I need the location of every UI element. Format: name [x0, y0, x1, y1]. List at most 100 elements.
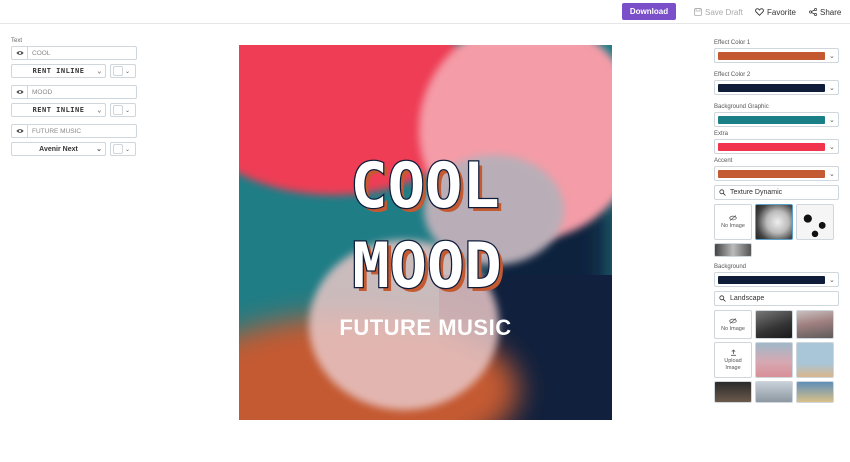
color-bar: [718, 142, 825, 151]
color-bar: [718, 83, 825, 92]
text-layer-field[interactable]: FUTURE MUSIC: [11, 124, 137, 138]
text-layers-panel: Text COOL RENT INLINE ⌄ ⌄ MOOD RENT INLI…: [11, 38, 137, 163]
share-icon: [809, 8, 817, 16]
visibility-toggle[interactable]: [12, 47, 28, 59]
headline-line2[interactable]: MOOD: [351, 228, 503, 304]
effect-color-1-select[interactable]: ⌄: [714, 48, 839, 63]
text-layer-value[interactable]: COOL: [28, 47, 50, 59]
landscape-search-input[interactable]: Landscape: [714, 291, 839, 306]
save-icon: [694, 8, 702, 16]
chevron-down-icon: ⌄: [829, 116, 835, 124]
headline-text-art: COOL COOL MOOD MOOD: [349, 148, 506, 306]
texture-search-input[interactable]: Texture Dynamic: [714, 185, 839, 200]
eye-icon: [16, 90, 23, 94]
upload-image-label: Upload Image: [724, 357, 742, 371]
extra-label: Extra: [714, 131, 729, 137]
landscape-thumbnail[interactable]: [796, 342, 834, 378]
text-layer-field[interactable]: MOOD: [11, 85, 137, 99]
background-image-thumbnails: No Image Upload Image: [714, 310, 839, 403]
save-draft-button[interactable]: Save Draft: [694, 5, 743, 19]
landscape-thumbnail[interactable]: [755, 310, 793, 339]
color-bar: [718, 115, 825, 124]
text-color-select[interactable]: ⌄: [110, 103, 136, 117]
eye-off-icon: [729, 215, 737, 221]
landscape-thumbnail[interactable]: [714, 381, 752, 403]
chevron-down-icon: ⌄: [125, 107, 131, 114]
eye-icon: [16, 129, 23, 133]
texture-thumbnail[interactable]: [714, 243, 752, 257]
style-panel: Effect Color 1 ⌄ Effect Color 2 ⌄ Backgr…: [714, 38, 839, 410]
landscape-thumbnail[interactable]: [755, 342, 793, 378]
chevron-down-icon: ⌄: [829, 143, 835, 151]
text-layer-value[interactable]: MOOD: [28, 86, 52, 98]
background-graphic-select[interactable]: ⌄: [714, 112, 839, 127]
chevron-down-icon: ⌄: [829, 52, 835, 60]
landscape-thumbnail[interactable]: [796, 310, 834, 339]
text-layer-field[interactable]: COOL: [11, 46, 137, 60]
font-select[interactable]: RENT INLINE ⌄: [11, 103, 106, 117]
favorite-button[interactable]: Favorite: [755, 5, 796, 19]
upload-icon: [730, 348, 736, 356]
chevron-down-icon: ⌄: [97, 67, 102, 75]
chevron-down-icon: ⌄: [829, 170, 835, 178]
color-bar: [718, 169, 825, 178]
texture-search-value: Texture Dynamic: [730, 189, 783, 196]
no-image-option[interactable]: No Image: [714, 204, 752, 240]
chevron-down-icon: ⌄: [96, 146, 102, 153]
accent-color-select[interactable]: ⌄: [714, 166, 839, 181]
upload-image-button[interactable]: Upload Image: [714, 342, 752, 378]
texture-thumbnail[interactable]: [796, 204, 834, 240]
search-icon: [719, 295, 726, 302]
text-section-label: Text: [11, 38, 23, 44]
eye-icon: [16, 51, 23, 55]
landscape-thumbnail[interactable]: [796, 381, 834, 403]
headline-line1[interactable]: COOL: [349, 148, 501, 224]
visibility-toggle[interactable]: [12, 125, 28, 137]
effect-color-1-label: Effect Color 1: [714, 40, 751, 46]
save-draft-label: Save Draft: [705, 7, 743, 17]
font-select[interactable]: Avenir Next ⌄: [11, 142, 106, 156]
font-select-label: Avenir Next: [39, 145, 78, 153]
share-button[interactable]: Share: [809, 5, 841, 19]
favorite-label: Favorite: [767, 7, 796, 17]
extra-color-select[interactable]: ⌄: [714, 139, 839, 154]
chevron-down-icon: ⌄: [125, 146, 131, 153]
top-toolbar: Download Save Draft Favorite Share: [0, 0, 850, 24]
download-button[interactable]: Download: [622, 3, 676, 20]
color-swatch: [113, 105, 123, 115]
search-icon: [719, 189, 726, 196]
effect-color-2-select[interactable]: ⌄: [714, 80, 839, 95]
font-select[interactable]: RENT INLINE ⌄: [11, 64, 106, 78]
accent-label: Accent: [714, 158, 733, 164]
no-image-label: No Image: [721, 223, 745, 229]
chevron-down-icon: ⌄: [829, 276, 835, 284]
text-color-select[interactable]: ⌄: [110, 142, 136, 156]
subheadline-text[interactable]: FUTURE MUSIC: [239, 315, 612, 341]
heart-icon: [755, 8, 764, 16]
chevron-down-icon: ⌄: [125, 68, 131, 75]
background-graphic-label: Background Graphic: [714, 104, 769, 110]
landscape-thumbnail[interactable]: [755, 381, 793, 403]
share-label: Share: [820, 7, 842, 17]
background-label: Background: [714, 264, 747, 270]
font-select-label: RENT INLINE: [32, 106, 85, 114]
color-bar: [718, 51, 825, 60]
no-image-option[interactable]: No Image: [714, 310, 752, 339]
chevron-down-icon: ⌄: [829, 84, 835, 92]
text-color-select[interactable]: ⌄: [110, 64, 136, 78]
font-select-label: RENT INLINE: [32, 67, 85, 75]
color-bar: [718, 275, 825, 284]
texture-thumbnails: No Image: [714, 204, 839, 257]
text-layer-value[interactable]: FUTURE MUSIC: [28, 125, 81, 137]
color-swatch: [113, 144, 123, 154]
eye-off-icon: [729, 317, 737, 324]
background-color-select[interactable]: ⌄: [714, 272, 839, 287]
texture-thumbnail[interactable]: [755, 204, 793, 240]
color-swatch: [113, 66, 123, 76]
no-image-label: No Image: [721, 325, 745, 332]
chevron-down-icon: ⌄: [97, 106, 102, 114]
effect-color-2-label: Effect Color 2: [714, 72, 751, 78]
visibility-toggle[interactable]: [12, 86, 28, 98]
landscape-search-value: Landscape: [730, 295, 765, 302]
design-canvas[interactable]: COOL COOL MOOD MOOD FUTURE MUSIC: [239, 45, 612, 420]
